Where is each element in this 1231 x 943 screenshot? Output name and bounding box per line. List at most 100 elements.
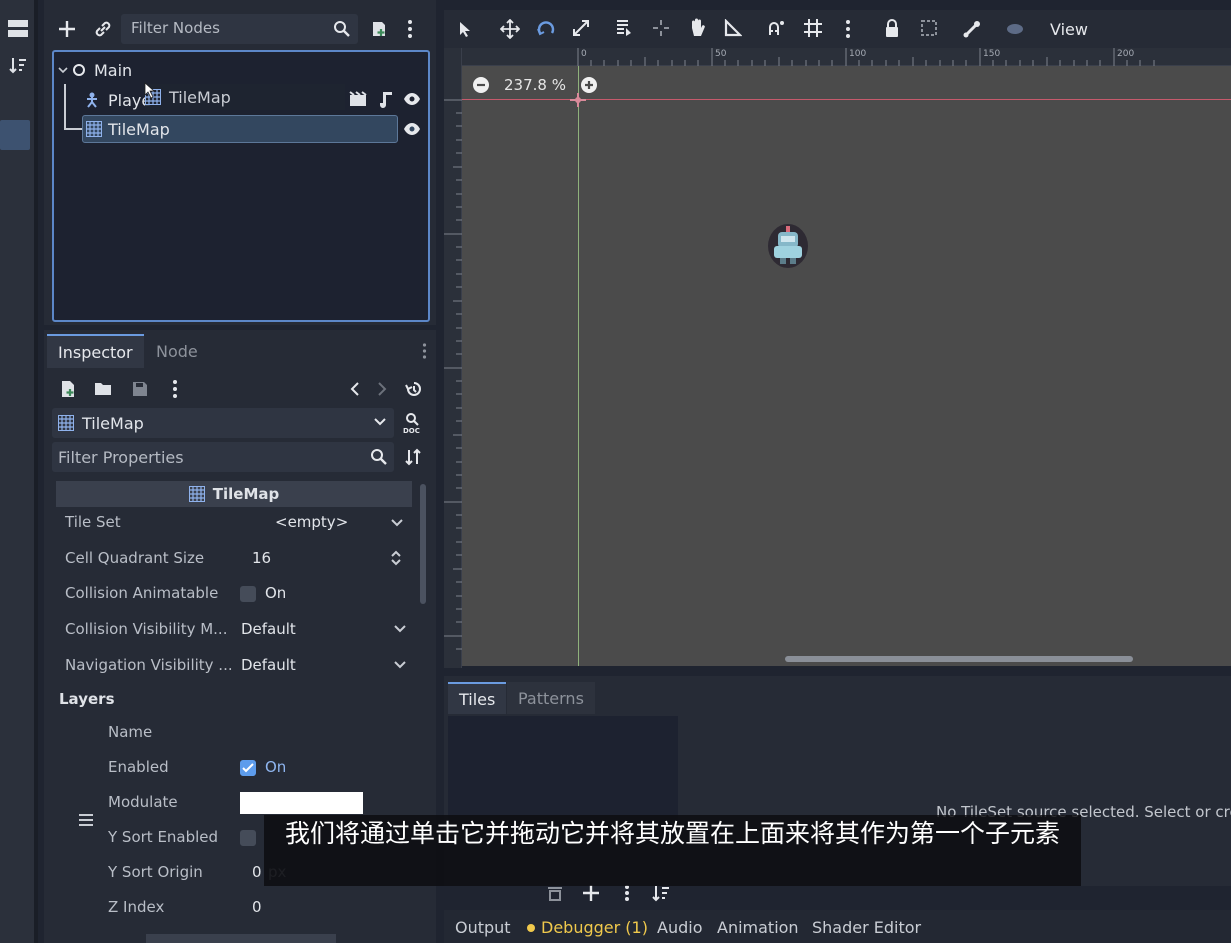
debugger-status-dot (527, 924, 535, 932)
open-folder-icon[interactable] (94, 380, 112, 396)
inspector-menu-kebab-icon[interactable] (172, 379, 178, 399)
player-robot-sprite-icon[interactable] (765, 220, 811, 270)
layer-prop-label-name: Name (108, 723, 153, 741)
lock-icon[interactable] (884, 18, 900, 38)
collision-animatable-checkbox[interactable] (240, 586, 256, 602)
list-select-icon[interactable] (615, 19, 633, 37)
left-dock-selected-item[interactable] (0, 120, 30, 150)
chevron-down-icon[interactable] (394, 661, 406, 669)
instance-link-icon[interactable] (93, 19, 113, 39)
modulate-color-swatch[interactable] (240, 792, 363, 814)
y-sort-enabled-checkbox[interactable] (240, 830, 256, 846)
y-sort-origin-value[interactable]: 0 (252, 863, 262, 881)
navigation-visibility-value[interactable]: Default (241, 656, 296, 674)
inspector-scrollbar[interactable] (420, 484, 426, 604)
layout-icon[interactable] (8, 18, 28, 40)
svg-text:DOC: DOC (403, 427, 420, 434)
tab-audio[interactable]: Audio (657, 918, 702, 937)
tree-item-tilemap[interactable]: TileMap (86, 115, 170, 143)
tab-tiles[interactable]: Tiles (448, 682, 506, 714)
scene-menu-kebab-icon[interactable] (407, 19, 413, 39)
object-history-icon[interactable] (405, 380, 423, 398)
tab-node[interactable]: Node (145, 334, 215, 368)
collapse-arrow-icon[interactable] (58, 65, 68, 75)
history-back-icon[interactable] (350, 381, 360, 397)
cell-quadrant-size-value[interactable]: 16 (252, 549, 271, 567)
add-source-icon[interactable] (582, 884, 600, 902)
help-doc-icon[interactable]: DOC (403, 412, 423, 434)
inspector-section-header[interactable]: TileMap (56, 481, 412, 507)
save-icon[interactable] (131, 380, 149, 398)
chevron-down-icon[interactable] (391, 519, 403, 527)
sort-icon[interactable] (9, 56, 27, 74)
history-forward-icon[interactable] (377, 381, 387, 397)
visibility-eye-icon[interactable] (403, 92, 421, 106)
tab-shader-editor[interactable]: Shader Editor (812, 918, 921, 937)
tab-debugger[interactable]: Debugger (1) (541, 918, 648, 937)
property-sort-icon[interactable] (405, 448, 423, 466)
tile-set-value[interactable]: <empty> (275, 513, 348, 531)
move-mode-icon[interactable] (500, 19, 520, 39)
view-menu-button[interactable]: View (1040, 12, 1098, 46)
open-scene-icon[interactable] (349, 91, 367, 107)
filter-properties-input[interactable]: Filter Properties (52, 442, 394, 472)
script-icon[interactable] (377, 91, 393, 109)
layer-prop-label-enabled: Enabled (108, 758, 169, 776)
tab-output[interactable]: Output (455, 918, 511, 937)
layer-enabled-checkbox[interactable] (240, 760, 256, 776)
tab-inspector[interactable]: Inspector (47, 334, 144, 368)
spin-updown-icon[interactable] (390, 549, 402, 567)
ruler-horizontal[interactable] (444, 48, 1231, 66)
partial-row (146, 934, 336, 943)
add-node-icon[interactable] (57, 19, 77, 39)
collision-visibility-value[interactable]: Default (241, 620, 296, 638)
layer-prop-label-z-index: Z Index (108, 898, 165, 916)
rotate-mode-icon[interactable] (536, 19, 556, 39)
prop-label-collision-animatable: Collision Animatable (65, 584, 219, 602)
z-index-value[interactable]: 0 (252, 898, 262, 916)
prop-label-collision-visibility: Collision Visibility M... (65, 620, 228, 638)
trash-icon[interactable] (547, 885, 563, 901)
source-menu-kebab-icon[interactable] (624, 884, 630, 902)
viewport-canvas[interactable] (462, 66, 1231, 666)
snap-options-kebab-icon[interactable] (845, 19, 851, 39)
tab-patterns[interactable]: Patterns (507, 682, 595, 714)
viewport-horizontal-scrollbar[interactable] (785, 656, 1133, 662)
y-axis-line (578, 66, 579, 666)
node-selector[interactable]: TileMap (52, 408, 394, 438)
node-selector-label: TileMap (82, 413, 144, 433)
chevron-down-icon[interactable] (373, 417, 387, 427)
chevron-down-icon[interactable] (394, 625, 406, 633)
node-circle-icon (72, 63, 86, 77)
sort-sources-icon[interactable] (652, 884, 670, 902)
group-icon[interactable] (920, 19, 938, 37)
search-icon (370, 448, 388, 466)
scale-mode-icon[interactable] (572, 19, 590, 37)
ruler-tick-label: 50 (715, 49, 727, 59)
bone-icon[interactable] (962, 19, 982, 39)
ruler-icon[interactable] (724, 19, 742, 37)
grid-snap-icon[interactable] (803, 18, 823, 38)
visibility-eye-icon[interactable] (403, 122, 421, 136)
drag-handle-icon[interactable] (78, 813, 94, 827)
ruler-tick-label: 150 (983, 49, 1001, 59)
layers-section-title[interactable]: Layers (59, 690, 115, 708)
pivot-icon[interactable] (652, 19, 670, 37)
zoom-out-icon[interactable] (472, 76, 490, 94)
tree-item-main[interactable]: Main (58, 56, 132, 84)
smart-snap-icon[interactable] (768, 19, 786, 37)
dock-menu-kebab-icon[interactable] (422, 342, 427, 360)
tree-item-player[interactable]: Playe (84, 86, 151, 114)
zoom-level[interactable]: 237.8 % (504, 76, 566, 94)
filter-nodes-input[interactable]: Filter Nodes (121, 14, 358, 44)
new-resource-icon[interactable] (59, 380, 77, 398)
cloud-icon (1005, 21, 1025, 35)
collision-animatable-value: On (265, 584, 287, 602)
tilemap-icon (58, 415, 74, 431)
attach-script-icon[interactable] (369, 19, 389, 39)
ruler-vertical[interactable] (444, 48, 462, 668)
pan-hand-icon[interactable] (688, 18, 706, 38)
tab-animation[interactable]: Animation (717, 918, 799, 937)
select-mode-icon[interactable] (458, 20, 472, 38)
zoom-in-icon[interactable] (580, 76, 598, 94)
